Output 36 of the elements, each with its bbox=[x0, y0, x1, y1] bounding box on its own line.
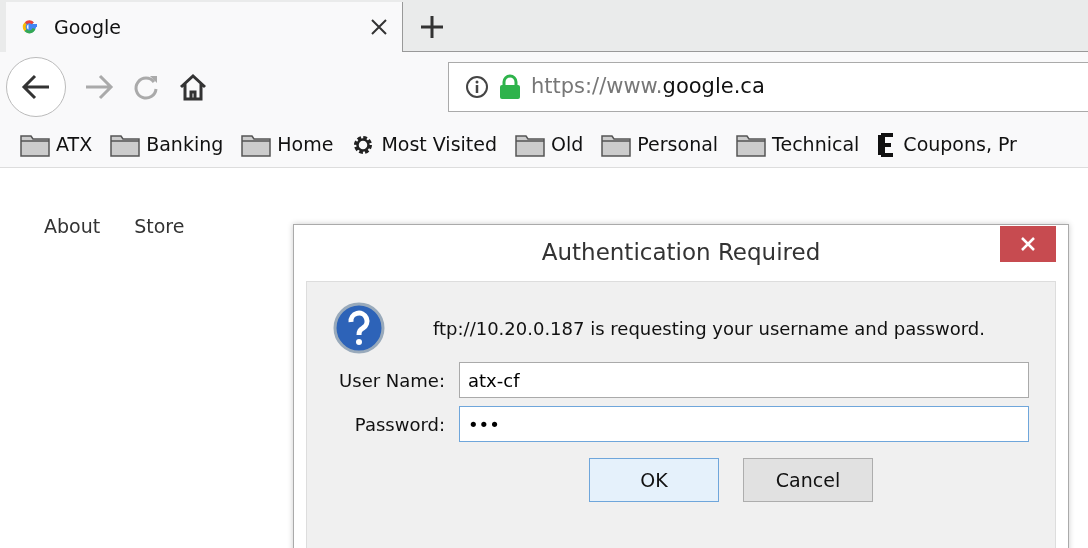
nav-link[interactable]: Store bbox=[134, 212, 185, 241]
lock-icon[interactable] bbox=[499, 74, 521, 100]
back-arrow-icon bbox=[21, 74, 51, 100]
info-icon[interactable] bbox=[465, 75, 489, 99]
bookmark-item[interactable]: Personal bbox=[601, 130, 719, 159]
input-field[interactable]: atx-cf bbox=[459, 362, 1029, 398]
field-label: Password: bbox=[353, 412, 445, 437]
new-tab-icon[interactable] bbox=[419, 14, 444, 39]
input-field[interactable]: ••• bbox=[459, 406, 1029, 442]
folder-icon bbox=[515, 132, 546, 157]
bookmark-item[interactable]: Technical bbox=[736, 130, 860, 159]
dialog-button[interactable]: OK bbox=[589, 458, 719, 502]
nav-link[interactable]: About bbox=[44, 212, 101, 241]
close-tab-icon[interactable] bbox=[370, 18, 388, 36]
bookmark-item[interactable]: Home bbox=[241, 130, 334, 159]
folder-icon bbox=[736, 132, 767, 157]
close-button[interactable] bbox=[1000, 226, 1056, 262]
bookmark-item[interactable]: Banking bbox=[110, 130, 224, 159]
url-text: https://www.google.ca bbox=[531, 73, 765, 101]
folder-icon bbox=[601, 132, 632, 157]
dialog-button[interactable]: Cancel bbox=[743, 458, 873, 502]
address-bar[interactable]: https://www.google.ca bbox=[448, 62, 1088, 112]
bookmark-item[interactable]: ATX bbox=[20, 130, 93, 159]
close-icon bbox=[1020, 236, 1036, 252]
folder-icon bbox=[241, 132, 272, 157]
browser-tab[interactable]: Google bbox=[6, 2, 402, 52]
question-icon bbox=[333, 302, 385, 354]
bookmark-item[interactable]: Coupons, Pr bbox=[877, 130, 1017, 159]
home-icon[interactable] bbox=[178, 73, 208, 101]
folder-icon bbox=[110, 132, 141, 157]
field-label: User Name: bbox=[338, 368, 445, 393]
dialog-title: Authentication Required bbox=[540, 238, 822, 267]
folder-icon bbox=[20, 132, 50, 157]
dialog-message: ftp://10.20.0.187 is requesting your username and password. bbox=[433, 316, 985, 341]
bookmark-item[interactable]: Old bbox=[515, 130, 584, 159]
bookmark-item[interactable]: Most Visited bbox=[351, 130, 498, 159]
